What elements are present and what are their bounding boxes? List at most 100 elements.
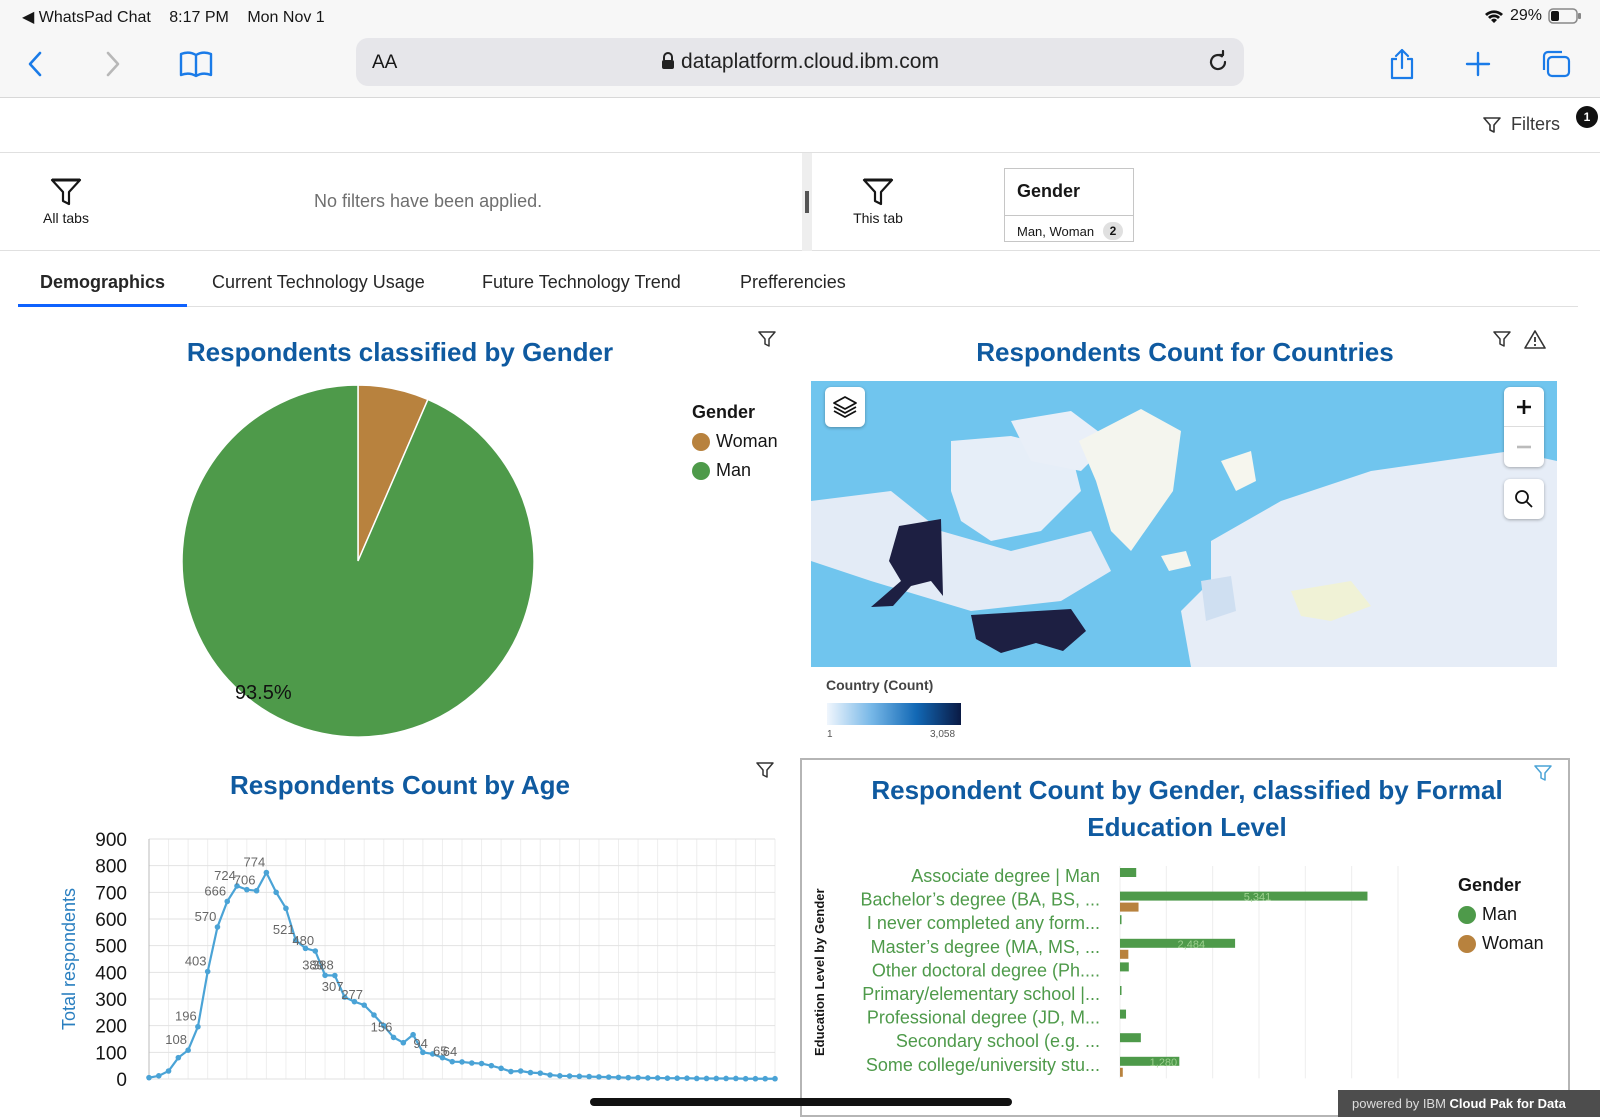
new-tab-button[interactable]	[1460, 42, 1496, 86]
data-point[interactable]	[605, 1074, 612, 1080]
browser-toolbar: AA dataplatform.cloud.ibm.com	[0, 32, 1600, 98]
bar-man[interactable]	[1120, 915, 1122, 925]
data-point[interactable]	[742, 1075, 749, 1082]
data-point[interactable]	[165, 1068, 172, 1074]
data-point[interactable]	[371, 1012, 377, 1018]
address-bar[interactable]: AA dataplatform.cloud.ibm.com	[356, 38, 1244, 86]
bar-woman[interactable]	[1120, 949, 1129, 959]
data-point[interactable]	[155, 1073, 162, 1079]
data-point[interactable]	[204, 968, 211, 975]
all-tabs-filter[interactable]: All tabs	[36, 177, 96, 226]
tab-future-technology-trend[interactable]: Future Technology Trend	[460, 251, 703, 307]
data-point[interactable]	[185, 1047, 191, 1053]
data-point[interactable]	[733, 1075, 739, 1082]
data-point[interactable]	[684, 1075, 690, 1081]
data-point[interactable]	[361, 1002, 367, 1008]
map-layers-button[interactable]	[825, 387, 865, 427]
this-tab-filter[interactable]: This tab	[848, 177, 908, 226]
filter-icon[interactable]	[756, 761, 774, 779]
data-point[interactable]	[195, 1023, 201, 1030]
filter-icon[interactable]	[758, 330, 776, 348]
data-point[interactable]	[312, 948, 319, 954]
gender-filter-chip[interactable]: Gender Man, Woman 2	[1004, 168, 1134, 242]
tabs-overview-button[interactable]	[1536, 42, 1576, 86]
filters-button[interactable]: Filters	[1483, 114, 1560, 135]
data-point[interactable]	[557, 1073, 563, 1079]
tab-current-technology-usage[interactable]: Current Technology Usage	[190, 251, 447, 307]
svalbard-shape	[1221, 451, 1256, 491]
data-point[interactable]	[645, 1075, 651, 1081]
zoom-out-button[interactable]	[1504, 427, 1544, 467]
filter-icon[interactable]	[1534, 764, 1552, 782]
data-point[interactable]	[635, 1074, 641, 1081]
data-point[interactable]	[332, 972, 338, 979]
data-point[interactable]	[322, 972, 328, 979]
data-point[interactable]	[703, 1075, 710, 1082]
data-point[interactable]	[625, 1074, 632, 1081]
data-point[interactable]	[566, 1073, 573, 1079]
data-point[interactable]	[253, 887, 260, 894]
data-point[interactable]	[576, 1073, 583, 1080]
data-point[interactable]	[508, 1068, 514, 1075]
data-point[interactable]	[527, 1069, 534, 1076]
legend-item-woman[interactable]: Woman	[1458, 933, 1544, 954]
data-point[interactable]	[224, 898, 231, 905]
url-host[interactable]: dataplatform.cloud.ibm.com	[356, 50, 1244, 74]
data-point[interactable]	[146, 1074, 152, 1081]
bar-man[interactable]	[1120, 868, 1137, 877]
data-point[interactable]	[596, 1074, 602, 1080]
data-point[interactable]	[390, 1034, 397, 1041]
data-point[interactable]	[586, 1073, 592, 1080]
back-to-app-link[interactable]: ◀ WhatsPad Chat	[22, 9, 151, 26]
data-label: 94	[413, 1036, 427, 1051]
warning-icon[interactable]	[1524, 329, 1546, 349]
data-point[interactable]	[400, 1039, 407, 1046]
data-point[interactable]	[283, 905, 289, 912]
legend-item-man[interactable]: Man	[1458, 904, 1544, 925]
data-point[interactable]	[693, 1075, 700, 1082]
forward-button[interactable]	[98, 42, 128, 86]
data-point[interactable]	[498, 1065, 504, 1072]
bar-man[interactable]	[1120, 1009, 1127, 1019]
data-point[interactable]	[273, 889, 279, 896]
data-point[interactable]	[517, 1068, 524, 1074]
reload-icon[interactable]	[1206, 50, 1230, 74]
data-point[interactable]	[713, 1075, 720, 1082]
data-point[interactable]	[654, 1075, 661, 1081]
zoom-in-button[interactable]	[1504, 387, 1544, 427]
panel-divider-handle[interactable]	[802, 153, 812, 251]
data-point[interactable]	[449, 1058, 456, 1065]
data-point[interactable]	[263, 869, 270, 876]
data-point[interactable]	[478, 1060, 485, 1067]
legend-item-woman[interactable]: Woman	[692, 431, 778, 452]
filter-icon[interactable]	[1493, 330, 1511, 348]
data-point[interactable]	[772, 1075, 778, 1082]
tab-prefferencies[interactable]: Prefferencies	[718, 251, 868, 307]
bar-man[interactable]	[1120, 1033, 1141, 1043]
bar-man[interactable]	[1120, 986, 1122, 995]
data-point[interactable]	[488, 1062, 495, 1069]
data-point[interactable]	[547, 1072, 553, 1078]
countries-map[interactable]	[811, 381, 1557, 667]
data-point[interactable]	[674, 1075, 680, 1081]
data-point[interactable]	[615, 1074, 622, 1081]
data-point[interactable]	[468, 1060, 475, 1066]
data-point[interactable]	[537, 1070, 544, 1076]
share-button[interactable]	[1384, 42, 1420, 86]
map-search-button[interactable]	[1504, 479, 1544, 519]
data-point[interactable]	[664, 1075, 671, 1081]
tab-demographics[interactable]: Demographics	[18, 251, 188, 307]
bookmarks-button[interactable]	[176, 42, 216, 86]
bar-man[interactable]	[1120, 962, 1129, 972]
data-label: 403	[185, 954, 207, 969]
data-point[interactable]	[762, 1075, 769, 1082]
data-point[interactable]	[723, 1075, 729, 1082]
legend-item-man[interactable]: Man	[692, 460, 778, 481]
data-point[interactable]	[459, 1059, 465, 1065]
bar-woman[interactable]	[1120, 1067, 1123, 1077]
data-point[interactable]	[214, 924, 221, 930]
back-button[interactable]	[20, 42, 50, 86]
data-point[interactable]	[175, 1054, 182, 1061]
data-point[interactable]	[752, 1075, 759, 1082]
bar-woman[interactable]	[1120, 902, 1139, 912]
